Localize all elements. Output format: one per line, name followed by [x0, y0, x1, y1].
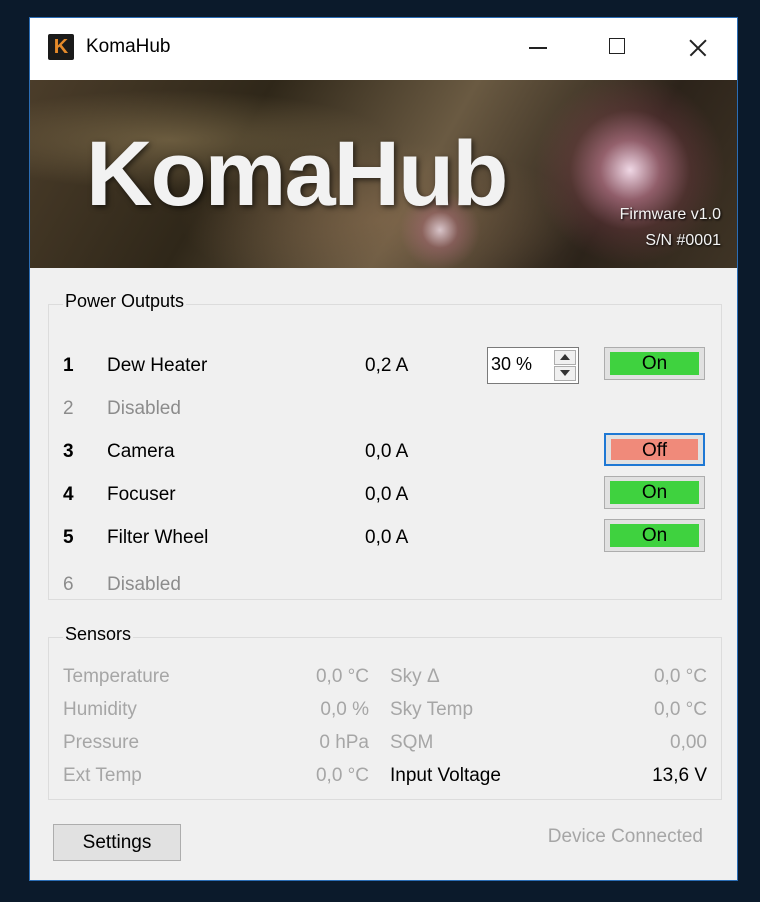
output-name: Camera: [107, 441, 175, 462]
banner-title: KomaHub: [86, 123, 508, 225]
output-current: 0,0 A: [365, 441, 409, 462]
power-row-6: 6 Disabled: [49, 568, 721, 604]
output-5-toggle-button[interactable]: On: [604, 519, 705, 552]
sensor-value: 0 hPa: [319, 732, 369, 753]
window-title: KomaHub: [86, 36, 171, 57]
power-row-5: 5 Filter Wheel 0,0 A On: [49, 519, 721, 557]
sensors-label: Sensors: [63, 624, 134, 645]
spin-down-icon[interactable]: [554, 366, 576, 381]
sensor-value: 0,0 °C: [315, 666, 369, 687]
toggle-label: On: [641, 353, 668, 374]
power-row-3: 3 Camera 0,0 A Off: [49, 433, 721, 471]
banner-image: KomaHub Firmware v1.0 S/N #0001: [30, 80, 737, 268]
output-number: 5: [63, 527, 74, 548]
settings-button[interactable]: Settings: [53, 824, 181, 861]
power-outputs-group: Power Outputs 1 Dew Heater 0,2 A 30 % On…: [48, 291, 722, 600]
output-number: 4: [63, 484, 74, 505]
output-current: 0,0 A: [365, 527, 409, 548]
komahub-app-icon: K: [48, 34, 74, 60]
output-1-toggle-button[interactable]: On: [604, 347, 705, 380]
output-number: 1: [63, 355, 74, 376]
title-bar[interactable]: K KomaHub: [30, 18, 737, 80]
output-number: 3: [63, 441, 74, 462]
output-name: Filter Wheel: [107, 527, 209, 548]
output-name: Dew Heater: [107, 355, 208, 376]
sensor-value: 0,0 °C: [653, 699, 707, 720]
output-current: 0,0 A: [365, 484, 409, 505]
sensor-name: SQM: [390, 732, 434, 753]
sensor-value: 0,0 °C: [653, 666, 707, 687]
sensor-name: Sky Temp: [390, 699, 474, 720]
close-icon[interactable]: [674, 30, 720, 64]
sensor-value: 0,0 %: [320, 699, 369, 720]
power-row-2: 2 Disabled: [49, 392, 721, 428]
sensor-value: 0,00: [670, 732, 707, 753]
sensor-row: Pressure 0 hPa SQM 0,00: [49, 732, 721, 760]
app-icon-glyph: K: [53, 36, 69, 58]
power-row-4: 4 Focuser 0,0 A On: [49, 476, 721, 514]
toggle-label: On: [641, 525, 668, 546]
input-voltage-value: 13,6 V: [652, 765, 707, 786]
sensor-name: Humidity: [63, 699, 137, 720]
sensor-name: Pressure: [63, 732, 140, 753]
input-voltage-label: Input Voltage: [390, 765, 501, 786]
maximize-icon[interactable]: [594, 30, 640, 64]
pwm-spinner[interactable]: 30 %: [487, 347, 579, 384]
sensor-row: Humidity 0,0 % Sky Temp 0,0 °C: [49, 699, 721, 727]
sensors-group: Sensors Temperature 0,0 °C Sky Δ 0,0 °C …: [48, 624, 722, 800]
sensor-value: 0,0 °C: [315, 765, 369, 786]
output-number: 6: [63, 574, 74, 595]
power-outputs-label: Power Outputs: [63, 291, 187, 312]
output-4-toggle-button[interactable]: On: [604, 476, 705, 509]
pwm-value[interactable]: 30 %: [491, 354, 532, 375]
sensor-row: Ext Temp 0,0 °C Input Voltage 13,6 V: [49, 765, 721, 793]
toggle-label: On: [641, 482, 668, 503]
sensor-row: Temperature 0,0 °C Sky Δ 0,0 °C: [49, 666, 721, 694]
connection-status: Device Connected: [547, 826, 703, 847]
output-3-toggle-button[interactable]: Off: [604, 433, 705, 466]
firmware-version: Firmware v1.0: [619, 206, 721, 223]
power-row-1: 1 Dew Heater 0,2 A 30 % On: [49, 347, 721, 385]
spin-up-icon[interactable]: [554, 350, 576, 365]
output-current: 0,2 A: [365, 355, 409, 376]
sensor-name: Temperature: [63, 666, 170, 687]
output-number: 2: [63, 398, 74, 419]
output-name: Disabled: [107, 398, 181, 419]
sensor-name: Ext Temp: [63, 765, 142, 786]
sensor-name: Sky Δ: [390, 666, 440, 687]
output-name: Disabled: [107, 574, 181, 595]
toggle-label: Off: [642, 440, 667, 461]
serial-number: S/N #0001: [645, 232, 721, 249]
app-window: K KomaHub KomaHub Firmware v1.0 S/N #000…: [29, 17, 738, 881]
minimize-icon[interactable]: [514, 30, 560, 64]
output-name: Focuser: [107, 484, 176, 505]
